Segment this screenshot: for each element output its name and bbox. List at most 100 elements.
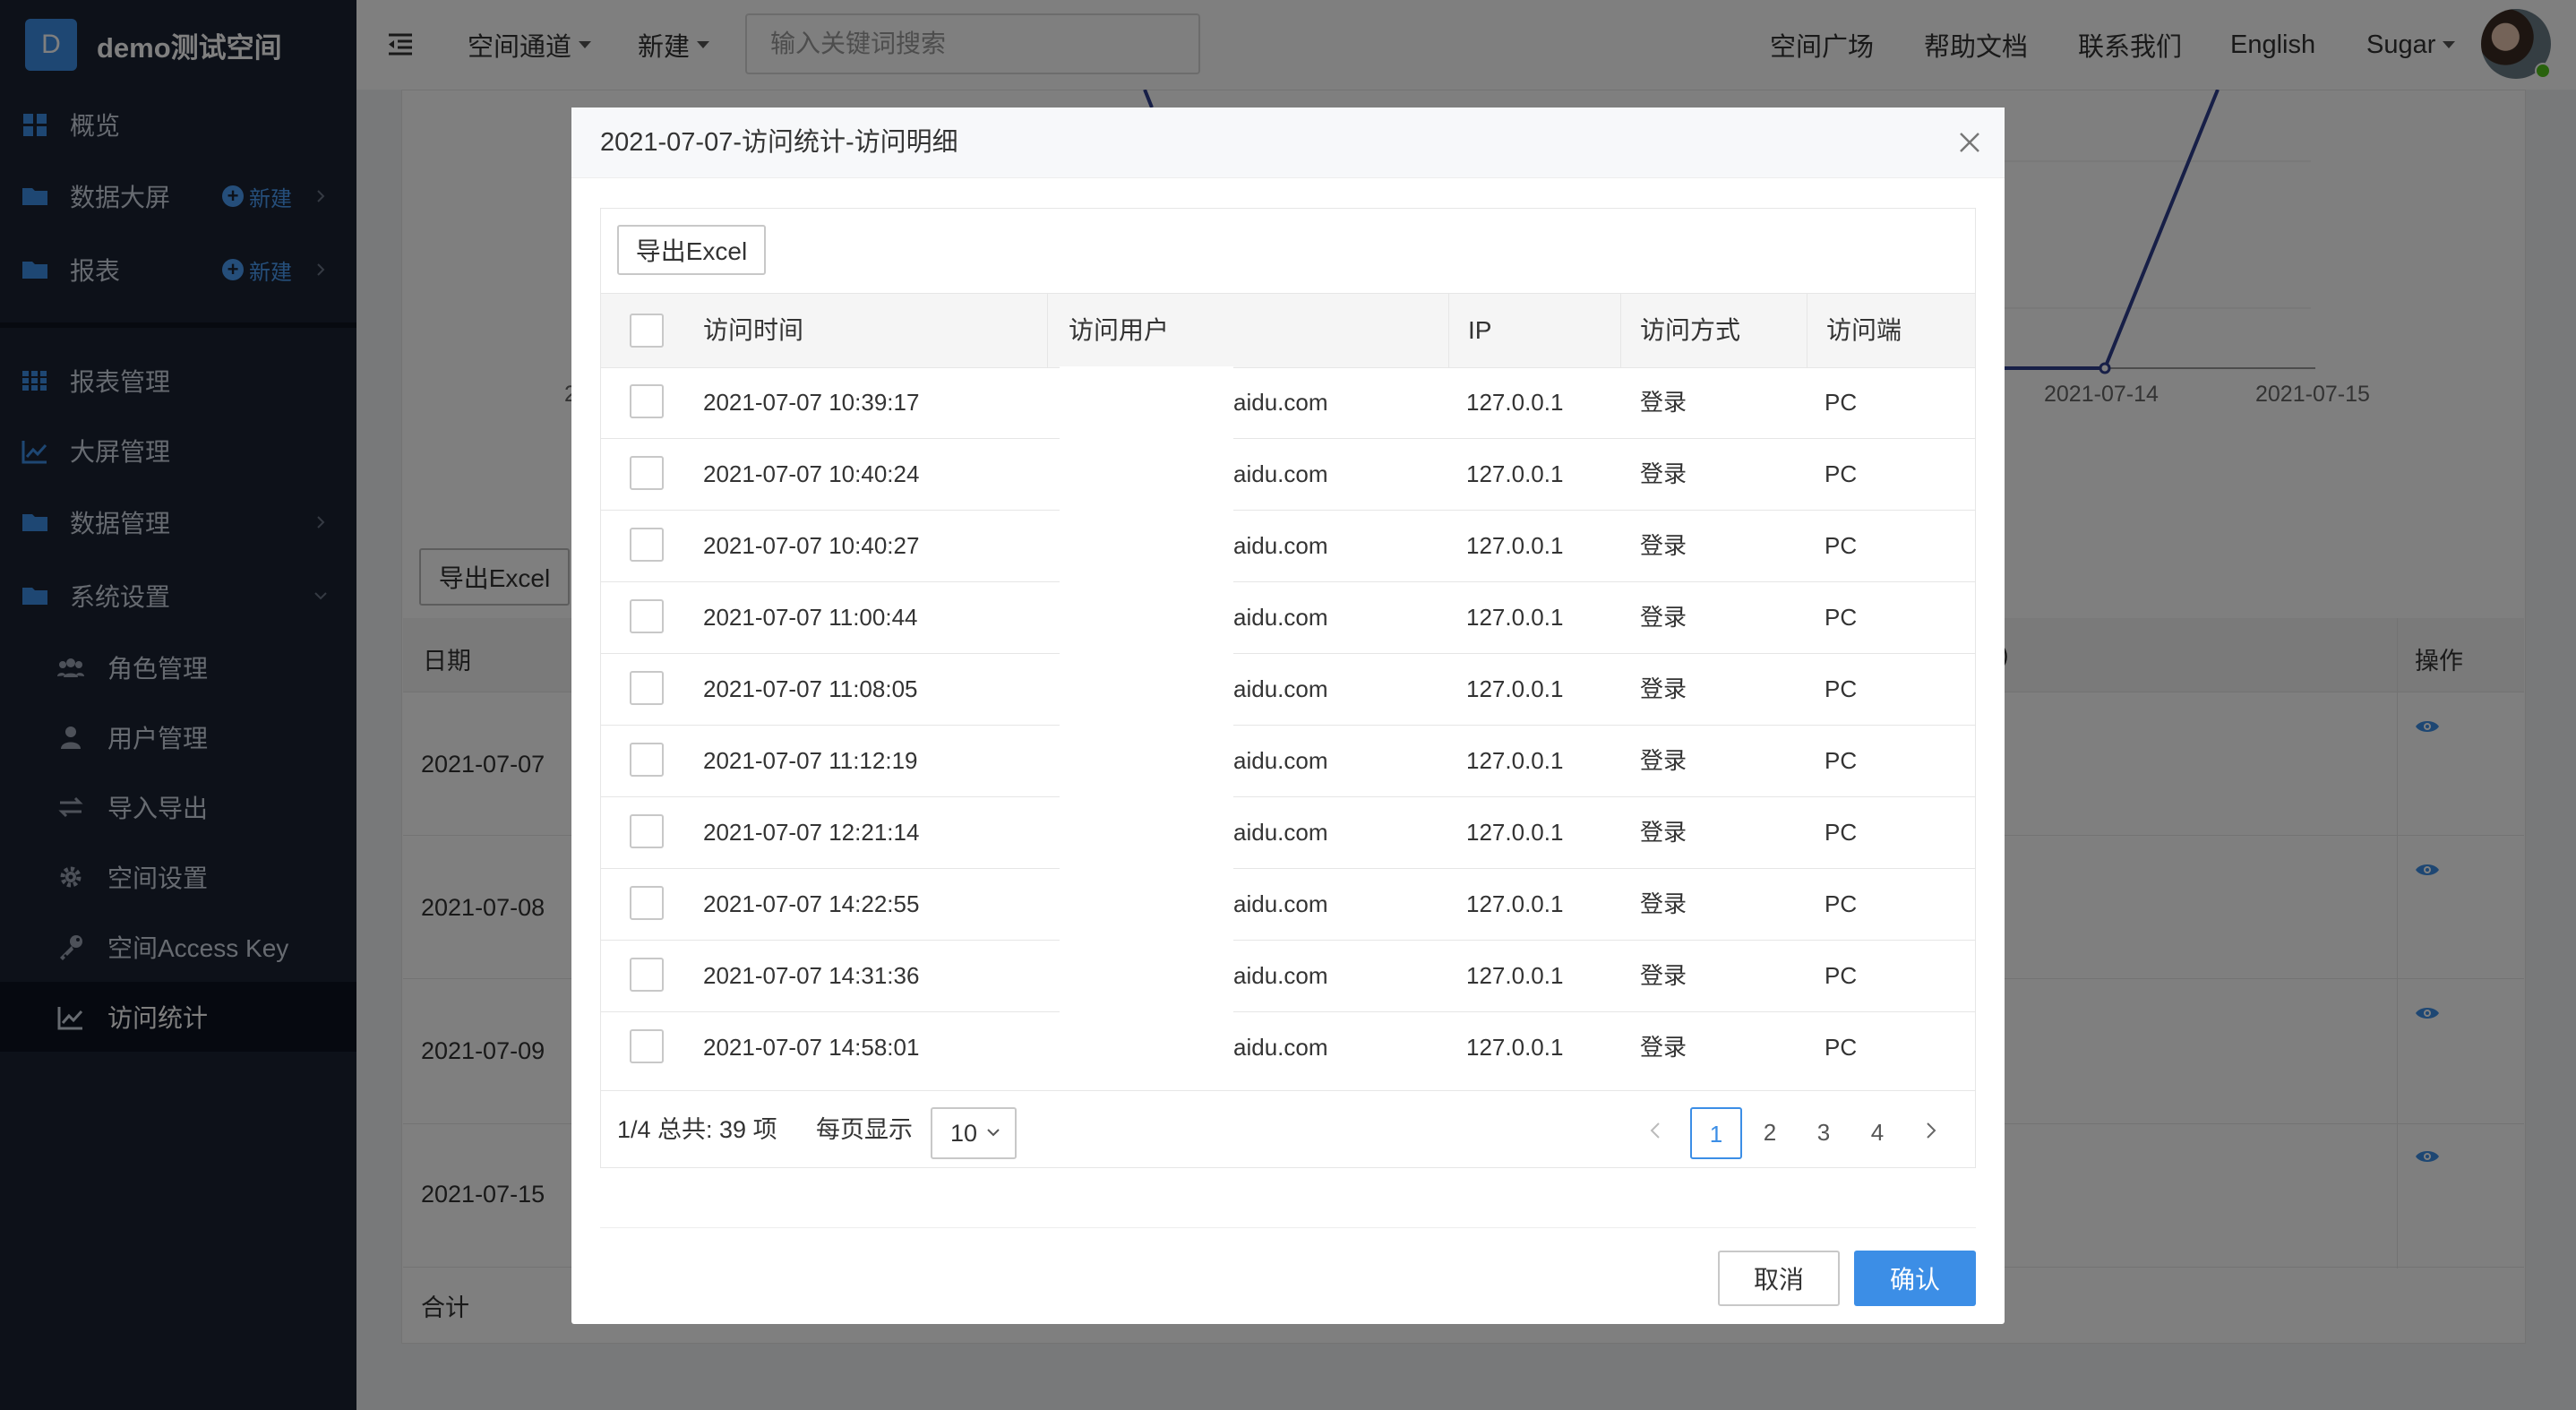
redacted-area: [1060, 581, 1233, 652]
page-info: 1/4 总共: 39 项: [617, 1116, 777, 1143]
cell-visit-method: 登录: [1640, 532, 1687, 559]
page-button-1[interactable]: 1: [1690, 1107, 1742, 1159]
redacted-area: [1060, 725, 1233, 795]
cell-visit-user: aidu.com: [1233, 1034, 1328, 1061]
page-button-2[interactable]: 2: [1744, 1107, 1796, 1159]
cancel-button[interactable]: 取消: [1718, 1251, 1840, 1306]
select-all-checkbox[interactable]: [630, 314, 664, 348]
cell-client: PC: [1825, 604, 1858, 631]
modal-footer-divider: [600, 1227, 1976, 1228]
cell-visit-method: 登录: [1640, 675, 1687, 702]
cell-ip: 127.0.0.1: [1466, 747, 1564, 774]
row-checkbox[interactable]: [630, 814, 664, 848]
confirm-button[interactable]: 确认: [1854, 1251, 1976, 1306]
row-checkbox[interactable]: [630, 1029, 664, 1063]
cell-client: PC: [1825, 962, 1858, 989]
cell-visit-time: 2021-07-07 11:00:44: [703, 604, 918, 631]
table-row[interactable]: 2021-07-07 10:40:27 aidu.com 127.0.0.1 登…: [601, 510, 1975, 582]
cell-visit-method: 登录: [1640, 389, 1687, 416]
cell-client: PC: [1825, 747, 1858, 774]
cell-ip: 127.0.0.1: [1466, 532, 1564, 559]
col-client: 访问端: [1826, 316, 1902, 344]
table-row[interactable]: 2021-07-07 10:39:17 aidu.com 127.0.0.1 登…: [601, 366, 1975, 439]
cell-visit-time: 2021-07-07 10:40:24: [703, 460, 920, 487]
cell-visit-user: aidu.com: [1233, 747, 1328, 774]
page-button-4[interactable]: 4: [1851, 1107, 1903, 1159]
table-row[interactable]: 2021-07-07 11:12:19 aidu.com 127.0.0.1 登…: [601, 725, 1975, 797]
cell-visit-method: 登录: [1640, 1034, 1687, 1061]
redacted-area: [1060, 366, 1233, 437]
row-checkbox[interactable]: [630, 599, 664, 633]
redacted-area: [1060, 1011, 1233, 1082]
cell-visit-time: 2021-07-07 10:40:27: [703, 532, 920, 559]
page-button-3[interactable]: 3: [1798, 1107, 1850, 1159]
cell-visit-method: 登录: [1640, 747, 1687, 774]
table-row[interactable]: 2021-07-07 12:21:14 aidu.com 127.0.0.1 登…: [601, 796, 1975, 869]
cell-ip: 127.0.0.1: [1466, 819, 1564, 846]
prev-page-icon[interactable]: [1647, 1122, 1665, 1139]
cell-client: PC: [1825, 1034, 1858, 1061]
redacted-area: [1060, 438, 1233, 509]
cell-visit-time: 2021-07-07 10:39:17: [703, 389, 920, 416]
column-divider: [1620, 294, 1621, 367]
cell-client: PC: [1825, 532, 1858, 559]
table-row[interactable]: 2021-07-07 10:40:24 aidu.com 127.0.0.1 登…: [601, 438, 1975, 511]
cell-visit-user: aidu.com: [1233, 962, 1328, 989]
table-row[interactable]: 2021-07-07 14:58:01 aidu.com 127.0.0.1 登…: [601, 1011, 1975, 1083]
cell-visit-time: 2021-07-07 12:21:14: [703, 819, 920, 846]
cell-visit-time: 2021-07-07 14:22:55: [703, 890, 920, 917]
cell-ip: 127.0.0.1: [1466, 675, 1564, 702]
cell-visit-user: aidu.com: [1233, 819, 1328, 846]
col-visit-method: 访问方式: [1640, 316, 1741, 344]
row-checkbox[interactable]: [630, 886, 664, 920]
cell-visit-user: aidu.com: [1233, 460, 1328, 487]
cell-visit-user: aidu.com: [1233, 604, 1328, 631]
next-page-icon[interactable]: [1921, 1122, 1939, 1139]
row-checkbox[interactable]: [630, 958, 664, 992]
detail-table-container: 导出Excel 访问时间 访问用户 IP 访问方式 访问端 2021-07-07…: [600, 208, 1976, 1168]
row-checkbox[interactable]: [630, 743, 664, 777]
cell-client: PC: [1825, 819, 1858, 846]
pagination: 1/4 总共: 39 项 每页显示 10 1 2 3 4: [601, 1090, 1975, 1168]
table-row[interactable]: 2021-07-07 14:22:55 aidu.com 127.0.0.1 登…: [601, 868, 1975, 941]
col-visit-user: 访问用户: [1069, 316, 1170, 344]
cell-ip: 127.0.0.1: [1466, 1034, 1564, 1061]
export-excel-button[interactable]: 导出Excel: [617, 225, 766, 275]
col-visit-time: 访问时间: [703, 316, 804, 344]
cell-visit-method: 登录: [1640, 460, 1687, 487]
cell-ip: 127.0.0.1: [1466, 389, 1564, 416]
row-checkbox[interactable]: [630, 528, 664, 562]
cell-visit-method: 登录: [1640, 890, 1687, 917]
cell-visit-user: aidu.com: [1233, 890, 1328, 917]
cell-visit-time: 2021-07-07 11:08:05: [703, 675, 918, 702]
page-size-select[interactable]: 10: [931, 1107, 1017, 1159]
modal-title: 2021-07-07-访问统计-访问明细: [600, 128, 958, 157]
cell-visit-user: aidu.com: [1233, 675, 1328, 702]
modal-header: 2021-07-07-访问统计-访问明细: [571, 107, 2005, 178]
cell-visit-time: 2021-07-07 14:31:36: [703, 962, 920, 989]
redacted-area: [1060, 510, 1233, 580]
chevron-down-icon: [987, 1129, 1000, 1137]
redacted-area: [1060, 940, 1233, 1010]
table-header: 访问时间 访问用户 IP 访问方式 访问端: [601, 293, 1975, 368]
column-divider: [1448, 294, 1449, 367]
cell-ip: 127.0.0.1: [1466, 460, 1564, 487]
table-row[interactable]: 2021-07-07 11:08:05 aidu.com 127.0.0.1 登…: [601, 653, 1975, 726]
cell-visit-time: 2021-07-07 11:12:19: [703, 747, 918, 774]
row-checkbox[interactable]: [630, 384, 664, 418]
table-row[interactable]: 2021-07-07 14:31:36 aidu.com 127.0.0.1 登…: [601, 940, 1975, 1012]
cell-visit-user: aidu.com: [1233, 532, 1328, 559]
cell-visit-time: 2021-07-07 14:58:01: [703, 1034, 920, 1061]
cell-visit-user: aidu.com: [1233, 389, 1328, 416]
per-page-label: 每页显示: [816, 1116, 913, 1143]
close-icon[interactable]: [1958, 131, 1981, 154]
row-checkbox[interactable]: [630, 671, 664, 705]
visit-detail-modal: 2021-07-07-访问统计-访问明细 导出Excel 访问时间 访问用户 I…: [571, 107, 2005, 1324]
cell-client: PC: [1825, 675, 1858, 702]
cell-ip: 127.0.0.1: [1466, 604, 1564, 631]
redacted-area: [1060, 653, 1233, 724]
table-row[interactable]: 2021-07-07 11:00:44 aidu.com 127.0.0.1 登…: [601, 581, 1975, 654]
cell-visit-method: 登录: [1640, 604, 1687, 631]
column-divider: [1047, 294, 1048, 367]
row-checkbox[interactable]: [630, 456, 664, 490]
